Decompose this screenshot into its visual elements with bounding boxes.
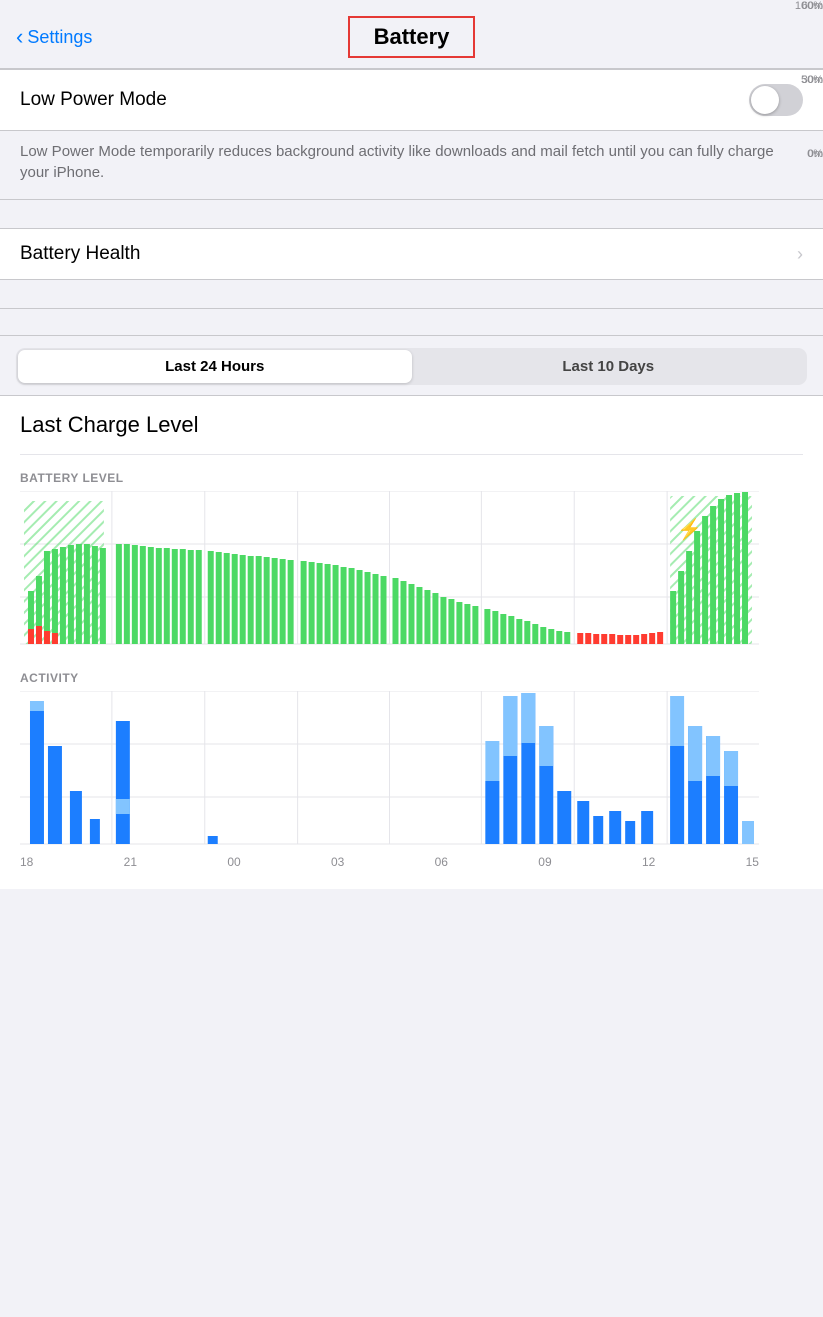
chevron-right-icon: › <box>797 244 803 265</box>
x-label-03: 03 <box>331 855 344 869</box>
svg-text:⚡: ⚡ <box>677 517 702 541</box>
x-label-06: 06 <box>435 855 448 869</box>
description-text: Low Power Mode temporarily reduces backg… <box>20 143 774 181</box>
title-box: Battery <box>348 16 476 58</box>
x-label-21: 21 <box>124 855 137 869</box>
battery-health-row[interactable]: Battery Health › <box>0 229 823 279</box>
low-power-mode-row[interactable]: Low Power Mode <box>0 70 823 130</box>
back-chevron-icon: ‹ <box>16 24 23 50</box>
activity-y-labels: 60m 30m 0m <box>783 0 823 160</box>
activity-chart-label: ACTIVITY <box>20 671 803 685</box>
last-charge-level-title: Last Charge Level <box>20 412 803 438</box>
x-label-09: 09 <box>538 855 551 869</box>
description-section: Low Power Mode temporarily reduces backg… <box>0 131 823 200</box>
page-title: Battery <box>374 24 450 49</box>
activity-chart-row: 60m 30m 0m <box>20 691 803 851</box>
activity-y-60: 60m <box>802 0 823 12</box>
charts-container: BATTERY LEVEL <box>0 455 823 889</box>
segment-last-24-hours[interactable]: Last 24 Hours <box>18 350 412 383</box>
activity-y-30: 30m <box>802 74 823 86</box>
segment-control: Last 24 Hours Last 10 Days <box>16 348 807 385</box>
battery-level-chart-label: BATTERY LEVEL <box>20 471 803 485</box>
last-charge-level-section: Last Charge Level <box>0 395 823 455</box>
x-axis-labels: 18 21 00 03 06 09 12 15 <box>20 851 759 869</box>
low-power-mode-section: Low Power Mode <box>0 69 823 131</box>
low-power-mode-label: Low Power Mode <box>20 89 167 111</box>
activity-svg <box>20 691 759 851</box>
activity-chart-area <box>20 691 759 851</box>
x-label-15: 15 <box>746 855 759 869</box>
segment-container: Last 24 Hours Last 10 Days <box>0 336 823 395</box>
battery-health-label: Battery Health <box>20 243 140 265</box>
battery-level-svg: ⚡ <box>20 491 759 651</box>
x-label-00: 00 <box>227 855 240 869</box>
spacer <box>0 308 823 336</box>
battery-health-section: Battery Health › <box>0 228 823 280</box>
battery-chart-row: ⚡ 100% 50% 0% <box>20 491 803 651</box>
toggle-knob <box>751 86 779 114</box>
header: ‹ Settings Battery <box>0 0 823 69</box>
section-gap <box>20 651 803 671</box>
segment-last-10-days[interactable]: Last 10 Days <box>412 350 806 383</box>
x-label-12: 12 <box>642 855 655 869</box>
x-label-18: 18 <box>20 855 33 869</box>
battery-chart-area: ⚡ <box>20 491 759 651</box>
back-button[interactable]: ‹ Settings <box>16 24 92 50</box>
activity-y-0: 0m <box>808 148 823 160</box>
back-label: Settings <box>27 27 92 48</box>
